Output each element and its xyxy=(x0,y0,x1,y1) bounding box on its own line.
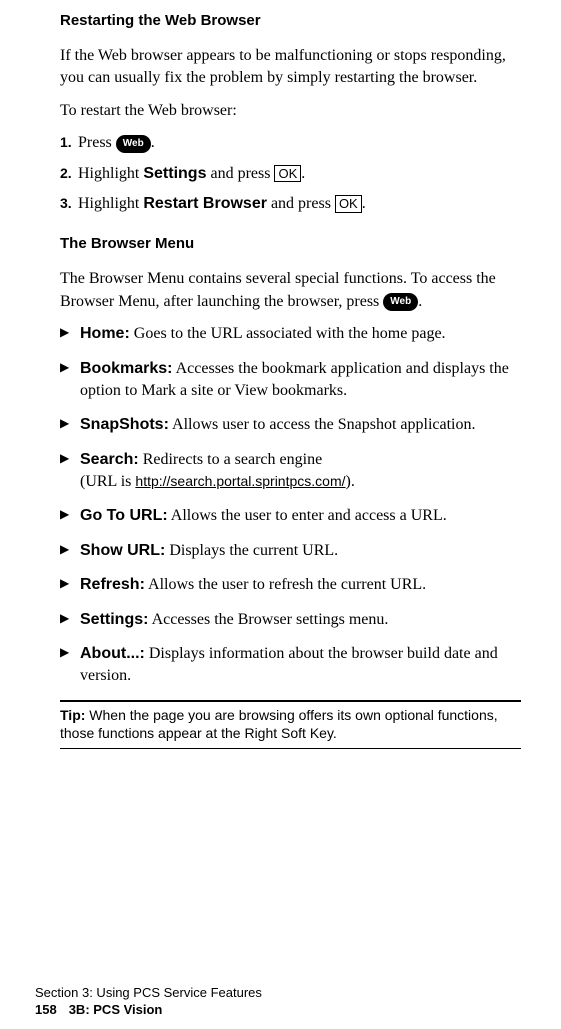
ok-button-icon: OK xyxy=(274,165,301,183)
footer-line2: 158 3B: PCS Vision xyxy=(35,1002,262,1019)
bullet-label: Search: xyxy=(80,451,139,468)
text: Highlight xyxy=(78,195,143,212)
bullet-goto-url: ▶ Go To URL: Allows the user to enter an… xyxy=(60,505,521,527)
bullet-text: Home: Goes to the URL associated with th… xyxy=(80,323,521,345)
text: Allows the user to enter and access a UR… xyxy=(168,507,447,524)
text: . xyxy=(301,165,305,182)
bullet-bookmarks: ▶ Bookmarks: Accesses the bookmark appli… xyxy=(60,358,521,403)
heading-browser-menu: The Browser Menu xyxy=(60,233,521,254)
bullet-text: Show URL: Displays the current URL. xyxy=(80,540,521,562)
bullet-show-url: ▶ Show URL: Displays the current URL. xyxy=(60,540,521,562)
text: and press xyxy=(267,195,335,212)
tip-block: Tip: When the page you are browsing offe… xyxy=(60,702,521,742)
footer-section: Section 3: Using PCS Service Features xyxy=(35,985,262,1002)
bullet-snapshots: ▶ SnapShots: Allows user to access the S… xyxy=(60,414,521,436)
bullet-marker-icon: ▶ xyxy=(60,358,72,403)
bullet-marker-icon: ▶ xyxy=(60,540,72,562)
bullet-text: Settings: Accesses the Browser settings … xyxy=(80,609,521,631)
bullet-about: ▶ About...: Displays information about t… xyxy=(60,643,521,688)
bullet-marker-icon: ▶ xyxy=(60,449,72,494)
step-text: Highlight Settings and press OK. xyxy=(78,163,521,185)
bullet-label: Home: xyxy=(80,325,130,342)
text: Highlight xyxy=(78,165,143,182)
step-3: 3. Highlight Restart Browser and press O… xyxy=(60,193,521,215)
text: Accesses the Browser settings menu. xyxy=(148,611,388,628)
tip-label: Tip: xyxy=(60,707,85,723)
ok-button-icon: OK xyxy=(335,195,362,213)
para-intro: If the Web browser appears to be malfunc… xyxy=(60,45,521,90)
bullet-text: Go To URL: Allows the user to enter and … xyxy=(80,505,521,527)
web-button-icon: Web xyxy=(116,135,151,153)
heading-restarting: Restarting the Web Browser xyxy=(60,10,521,31)
page-number: 158 xyxy=(35,1002,57,1017)
text: (URL is xyxy=(80,473,135,490)
text: Allows user to access the Snapshot appli… xyxy=(169,416,476,433)
page-footer: Section 3: Using PCS Service Features 15… xyxy=(35,985,262,1019)
text: ). xyxy=(346,473,355,490)
bullet-label: About...: xyxy=(80,645,145,662)
bold-settings: Settings xyxy=(143,165,206,182)
bullet-label: Refresh: xyxy=(80,576,145,593)
bullet-refresh: ▶ Refresh: Allows the user to refresh th… xyxy=(60,574,521,596)
step-num: 3. xyxy=(60,194,74,214)
bullet-marker-icon: ▶ xyxy=(60,323,72,345)
web-button-icon: Web xyxy=(383,293,418,311)
tip-divider-bottom xyxy=(60,748,521,749)
text: Goes to the URL associated with the home… xyxy=(130,325,446,342)
bullet-text: SnapShots: Allows user to access the Sna… xyxy=(80,414,521,436)
step-num: 2. xyxy=(60,164,74,184)
bullet-marker-icon: ▶ xyxy=(60,574,72,596)
bullet-label: Show URL: xyxy=(80,542,165,559)
step-2: 2. Highlight Settings and press OK. xyxy=(60,163,521,185)
bold-restart: Restart Browser xyxy=(143,195,267,212)
bullet-search: ▶ Search: Redirects to a search engine(U… xyxy=(60,449,521,494)
bullet-text: Refresh: Allows the user to refresh the … xyxy=(80,574,521,596)
bullet-label: Go To URL: xyxy=(80,507,168,524)
bullet-settings: ▶ Settings: Accesses the Browser setting… xyxy=(60,609,521,631)
bullet-home: ▶ Home: Goes to the URL associated with … xyxy=(60,323,521,345)
tip-text: When the page you are browsing offers it… xyxy=(60,707,498,741)
bullet-label: Settings: xyxy=(80,611,148,628)
bullet-marker-icon: ▶ xyxy=(60,414,72,436)
para-browser-menu: The Browser Menu contains several specia… xyxy=(60,268,521,313)
bullet-label: Bookmarks: xyxy=(80,360,172,377)
bullet-text: About...: Displays information about the… xyxy=(80,643,521,688)
bullet-marker-icon: ▶ xyxy=(60,505,72,527)
text: Redirects to a search engine xyxy=(139,451,322,468)
bullet-text: Bookmarks: Accesses the bookmark applica… xyxy=(80,358,521,403)
para-to-restart: To restart the Web browser: xyxy=(60,100,521,122)
text: . xyxy=(362,195,366,212)
text: Press xyxy=(78,134,116,151)
bullet-text: Search: Redirects to a search engine(URL… xyxy=(80,449,521,494)
bullet-label: SnapShots: xyxy=(80,416,169,433)
step-text: Highlight Restart Browser and press OK. xyxy=(78,193,521,215)
bullet-marker-icon: ▶ xyxy=(60,643,72,688)
footer-title: 3B: PCS Vision xyxy=(69,1002,163,1017)
text: The Browser Menu contains several specia… xyxy=(60,270,496,309)
step-1: 1. Press Web. xyxy=(60,132,521,154)
step-num: 1. xyxy=(60,133,74,153)
bullet-marker-icon: ▶ xyxy=(60,609,72,631)
text: . xyxy=(151,134,155,151)
step-text: Press Web. xyxy=(78,132,521,154)
search-url: http://search.portal.sprintpcs.com/ xyxy=(135,473,345,489)
text: and press xyxy=(206,165,274,182)
text: Allows the user to refresh the current U… xyxy=(145,576,426,593)
text: Displays the current URL. xyxy=(165,542,338,559)
text: . xyxy=(418,293,422,310)
